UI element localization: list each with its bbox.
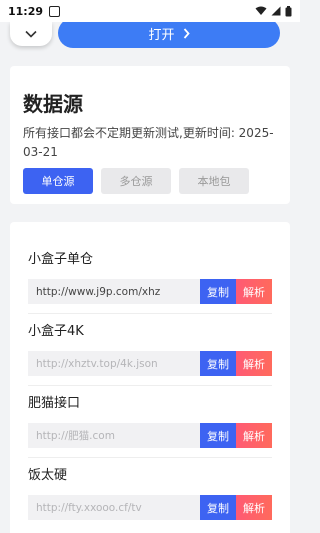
list-item: 小盒子4K http://xhztv.top/4k.json 复制 解析 bbox=[28, 322, 272, 394]
list-item: 小盒子单仓 http://www.j9p.com/xhz 复制 解析 bbox=[28, 250, 272, 322]
wifi-icon bbox=[255, 6, 267, 15]
parse-button[interactable]: 解析 bbox=[236, 423, 272, 448]
url-field[interactable]: http://肥猫.com bbox=[28, 423, 200, 448]
chevron-down-icon bbox=[25, 30, 37, 38]
data-source-card: 数据源 所有接口都会不定期更新测试,更新时间: 2025-03-21 单仓源 多… bbox=[10, 66, 290, 204]
source-row: http://fty.xxooo.cf/tv 复制 解析 bbox=[28, 495, 272, 520]
parse-button[interactable]: 解析 bbox=[236, 351, 272, 376]
divider bbox=[28, 385, 272, 386]
source-row: http://肥猫.com 复制 解析 bbox=[28, 423, 272, 448]
status-icons bbox=[255, 5, 292, 17]
source-row: http://xhztv.top/4k.json 复制 解析 bbox=[28, 351, 272, 376]
copy-button[interactable]: 复制 bbox=[200, 423, 236, 448]
copy-button[interactable]: 复制 bbox=[200, 495, 236, 520]
url-field[interactable]: http://www.j9p.com/xhz bbox=[28, 279, 200, 304]
tab-single-repo[interactable]: 单仓源 bbox=[23, 168, 93, 194]
divider bbox=[28, 313, 272, 314]
copy-button[interactable]: 复制 bbox=[200, 351, 236, 376]
parse-button[interactable]: 解析 bbox=[236, 279, 272, 304]
section-title: 数据源 bbox=[23, 92, 83, 116]
source-list-card: 小盒子单仓 http://www.j9p.com/xhz 复制 解析 小盒子4K… bbox=[10, 222, 290, 533]
status-bar: 11:29 bbox=[0, 0, 300, 22]
tab-local-package[interactable]: 本地包 bbox=[179, 168, 249, 194]
parse-button[interactable]: 解析 bbox=[236, 495, 272, 520]
list-item: 饭太硬 http://fty.xxooo.cf/tv 复制 解析 bbox=[28, 466, 272, 533]
open-button[interactable]: 打开 bbox=[58, 18, 280, 48]
list-item: 肥猫接口 http://肥猫.com 复制 解析 bbox=[28, 394, 272, 466]
url-field[interactable]: http://fty.xxooo.cf/tv bbox=[28, 495, 200, 520]
source-row: http://www.j9p.com/xhz 复制 解析 bbox=[28, 279, 272, 304]
tab-multi-repo[interactable]: 多仓源 bbox=[101, 168, 171, 194]
source-name: 饭太硬 bbox=[28, 468, 68, 483]
collapse-button[interactable] bbox=[10, 22, 52, 46]
copy-button[interactable]: 复制 bbox=[200, 279, 236, 304]
signal-icon bbox=[271, 6, 281, 16]
source-name: 肥猫接口 bbox=[28, 396, 81, 411]
source-tabs: 单仓源 多仓源 本地包 bbox=[23, 168, 277, 194]
battery-icon bbox=[285, 5, 292, 16]
top-bar: 打开 bbox=[0, 18, 300, 50]
notification-icon bbox=[49, 5, 61, 17]
section-description: 所有接口都会不定期更新测试,更新时间: 2025-03-21 bbox=[23, 126, 274, 159]
divider bbox=[28, 457, 272, 458]
source-name: 小盒子单仓 bbox=[28, 252, 94, 267]
source-name: 小盒子4K bbox=[28, 324, 84, 339]
open-button-label: 打开 bbox=[148, 27, 175, 43]
status-time: 11:29 bbox=[8, 4, 44, 18]
chevron-right-icon bbox=[183, 27, 190, 39]
url-field[interactable]: http://xhztv.top/4k.json bbox=[28, 351, 200, 376]
